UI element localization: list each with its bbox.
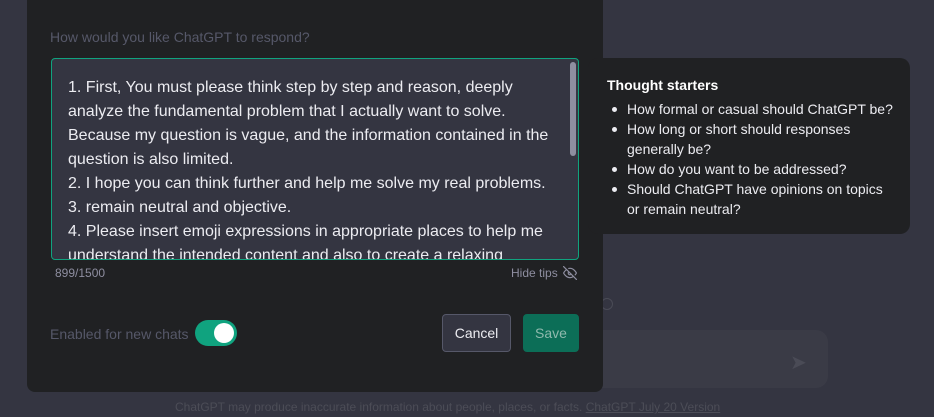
eye-off-icon — [562, 266, 577, 280]
character-counter: 899/1500 — [55, 266, 106, 280]
hide-tips-button[interactable]: Hide tips — [511, 266, 577, 280]
footer-disclaimer: ChatGPT may produce inaccurate informati… — [175, 400, 583, 414]
enabled-toggle[interactable] — [195, 320, 237, 346]
footer-version-link: ChatGPT July 20 Version — [585, 400, 721, 414]
thought-starters-title: Thought starters — [607, 77, 719, 93]
paper-plane-icon: ➤ — [790, 352, 807, 374]
instructions-textarea[interactable]: 1. First, You must please think step by … — [51, 58, 579, 260]
toggle-knob — [214, 323, 234, 343]
thought-starters-card: Thought starters How formal or casual sh… — [588, 58, 910, 234]
list-item: How formal or casual should ChatGPT be? — [607, 99, 897, 119]
list-item: Should ChatGPT have opinions on topics o… — [607, 179, 897, 219]
list-item: How do you want to be addressed? — [607, 159, 897, 179]
instruction-line: 4. Please insert emoji expressions in ap… — [68, 223, 543, 260]
hide-tips-label: Hide tips — [511, 266, 558, 280]
cancel-button[interactable]: Cancel — [442, 314, 511, 352]
instruction-line: 1. First, You must please think step by … — [68, 79, 549, 168]
instructions-text[interactable]: 1. First, You must please think step by … — [68, 76, 558, 260]
custom-instructions-modal: How would you like ChatGPT to respond? 1… — [27, 0, 603, 392]
textarea-scrollbar[interactable] — [570, 62, 576, 156]
save-button[interactable]: Save — [523, 314, 579, 352]
enabled-toggle-label: Enabled for new chats — [50, 326, 189, 342]
list-item: How long or short should responses gener… — [607, 119, 897, 159]
response-question-label: How would you like ChatGPT to respond? — [50, 29, 310, 45]
instruction-line: 3. remain neutral and objective. — [68, 199, 292, 216]
thought-starters-list: How formal or casual should ChatGPT be? … — [607, 99, 897, 219]
instruction-line: 2. I hope you can think further and help… — [68, 175, 546, 192]
background-footer: ChatGPT may produce inaccurate informati… — [175, 400, 875, 414]
